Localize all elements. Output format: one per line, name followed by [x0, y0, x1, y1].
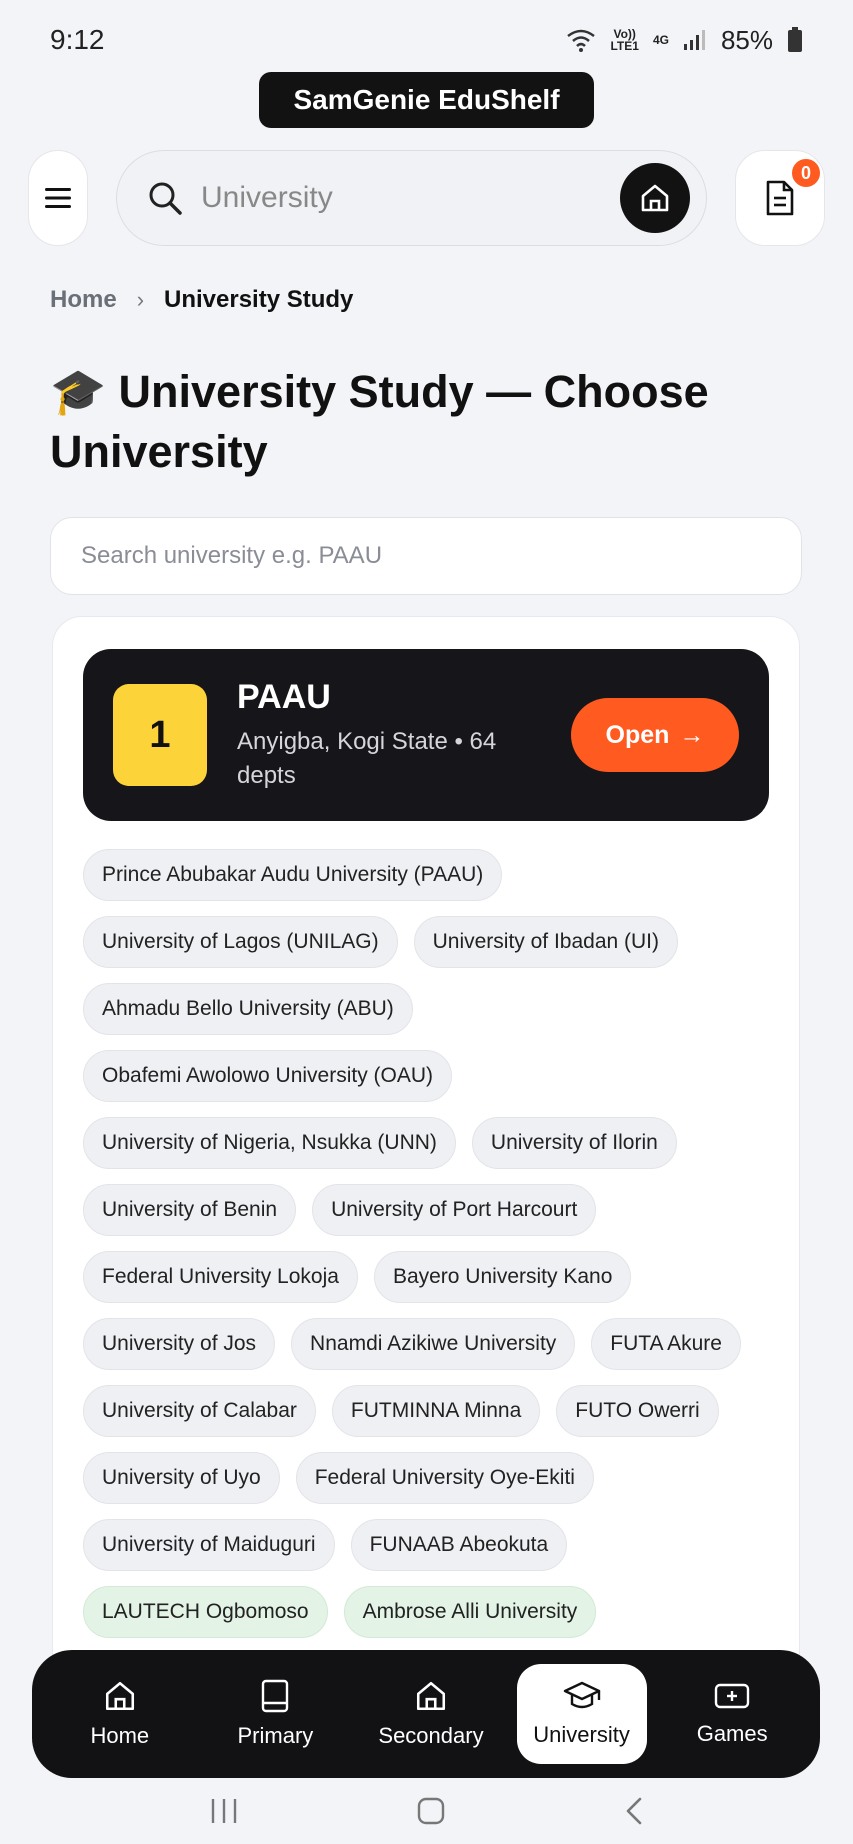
- university-chip[interactable]: LAUTECH Ogbomoso: [83, 1586, 328, 1638]
- university-chip[interactable]: Nnamdi Azikiwe University: [291, 1318, 576, 1370]
- breadcrumb-home-link[interactable]: Home: [50, 286, 117, 314]
- status-time: 9:12: [50, 24, 105, 55]
- game-icon: [714, 1683, 750, 1709]
- university-chip[interactable]: University of Uyo: [83, 1452, 280, 1504]
- book-icon: [262, 1679, 289, 1713]
- recent-apps-icon[interactable]: [209, 1797, 239, 1825]
- signal-icon: [683, 30, 705, 50]
- documents-count-badge: 0: [790, 157, 822, 189]
- university-chip[interactable]: University of Ilorin: [471, 1117, 677, 1169]
- nav-home[interactable]: Home: [50, 1664, 190, 1764]
- university-chip[interactable]: Ahmadu Bello University (ABU): [83, 983, 413, 1035]
- university-chip[interactable]: University of Nigeria, Nsukka (UNN): [83, 1117, 456, 1169]
- university-chip[interactable]: FUTA Akure: [591, 1318, 741, 1370]
- breadcrumb-current: University Study: [164, 286, 354, 313]
- university-chip-list: Prince Abubakar Audu University (PAAU) U…: [83, 849, 773, 1638]
- battery-icon: [788, 27, 802, 52]
- university-chip[interactable]: University of Benin: [83, 1184, 297, 1236]
- university-chip[interactable]: University of Calabar: [83, 1385, 316, 1437]
- search-icon: [149, 182, 182, 215]
- page-title: 🎓 University Study — Choose University: [50, 366, 709, 477]
- app-title: SamGenie EduShelf: [259, 72, 594, 128]
- university-chip[interactable]: Federal University Oye-Ekiti: [295, 1452, 594, 1504]
- open-button[interactable]: Open →: [571, 698, 739, 772]
- volte-indicator: Vo)) LTE1: [610, 28, 638, 52]
- featured-subtitle: Anyigba, Kogi State • 64 depts: [237, 727, 497, 789]
- featured-name: PAAU: [237, 677, 331, 716]
- nav-home-label: Home: [90, 1723, 150, 1748]
- breadcrumb-separator: ›: [136, 287, 145, 312]
- university-chip[interactable]: University of Maiduguri: [83, 1519, 335, 1571]
- nav-primary-label: Primary: [237, 1723, 314, 1748]
- university-chip[interactable]: Ambrose Alli University: [343, 1586, 597, 1638]
- system-navigation-bar: [0, 1778, 853, 1844]
- status-icons: Vo)) LTE1 4G 85%: [566, 25, 803, 56]
- university-chip[interactable]: FUNAAB Abeokuta: [350, 1519, 568, 1571]
- volte-bottom: LTE1: [610, 39, 639, 53]
- nav-university[interactable]: University: [516, 1664, 647, 1764]
- nav-primary[interactable]: Primary: [205, 1664, 345, 1764]
- documents-button[interactable]: 0: [735, 150, 825, 246]
- university-chip[interactable]: University of Ibadan (UI): [413, 916, 679, 968]
- open-button-label: Open: [605, 720, 670, 749]
- main-search-input[interactable]: [201, 181, 602, 215]
- university-search-input[interactable]: [81, 542, 771, 570]
- school-icon: [416, 1681, 446, 1711]
- hamburger-icon: [45, 188, 71, 208]
- bottom-navigation: Home Primary Secondary University Games: [32, 1650, 820, 1778]
- graduation-cap-icon: [563, 1681, 600, 1709]
- university-list-card: 1 PAAU Anyigba, Kogi State • 64 depts Op…: [52, 616, 800, 1656]
- university-chip[interactable]: FUTO Owerri: [556, 1385, 719, 1437]
- breadcrumb: Home › University Study: [50, 286, 353, 314]
- home-system-icon[interactable]: [416, 1796, 446, 1826]
- university-chip[interactable]: University of Jos: [83, 1318, 276, 1370]
- main-search-bar: [116, 150, 707, 246]
- status-bar: 9:12 Vo)) LTE1 4G 85%: [0, 0, 853, 80]
- back-icon[interactable]: [624, 1796, 644, 1826]
- university-chip[interactable]: Obafemi Awolowo University (OAU): [83, 1050, 453, 1102]
- home-icon: [105, 1681, 134, 1711]
- nav-secondary[interactable]: Secondary: [361, 1664, 501, 1764]
- rank-badge: 1: [113, 684, 207, 786]
- university-chip[interactable]: University of Lagos (UNILAG): [83, 916, 398, 968]
- home-shortcut-button[interactable]: [620, 163, 690, 233]
- menu-button[interactable]: [28, 150, 88, 246]
- app-title-wrap: SamGenie EduShelf: [0, 72, 853, 128]
- featured-university-card[interactable]: 1 PAAU Anyigba, Kogi State • 64 depts Op…: [83, 649, 769, 821]
- featured-info: PAAU Anyigba, Kogi State • 64 depts: [237, 678, 571, 793]
- nav-secondary-label: Secondary: [378, 1723, 484, 1748]
- university-chip[interactable]: Federal University Lokoja: [83, 1251, 358, 1303]
- university-chip[interactable]: Prince Abubakar Audu University (PAAU): [83, 849, 503, 901]
- wifi-icon: [567, 29, 596, 52]
- university-chip[interactable]: University of Port Harcourt: [312, 1184, 597, 1236]
- arrow-right-icon: →: [679, 720, 705, 749]
- university-search-box: [50, 517, 802, 595]
- top-toolbar: 0: [28, 150, 825, 246]
- nav-games-label: Games: [696, 1721, 768, 1746]
- university-chip[interactable]: FUTMINNA Minna: [331, 1385, 541, 1437]
- battery-percent: 85%: [720, 24, 773, 55]
- nav-games[interactable]: Games: [662, 1664, 802, 1764]
- home-icon: [641, 184, 669, 212]
- network-type: 4G: [652, 33, 669, 47]
- document-icon: [766, 180, 794, 216]
- nav-university-label: University: [533, 1722, 630, 1747]
- university-chip[interactable]: Bayero University Kano: [373, 1251, 632, 1303]
